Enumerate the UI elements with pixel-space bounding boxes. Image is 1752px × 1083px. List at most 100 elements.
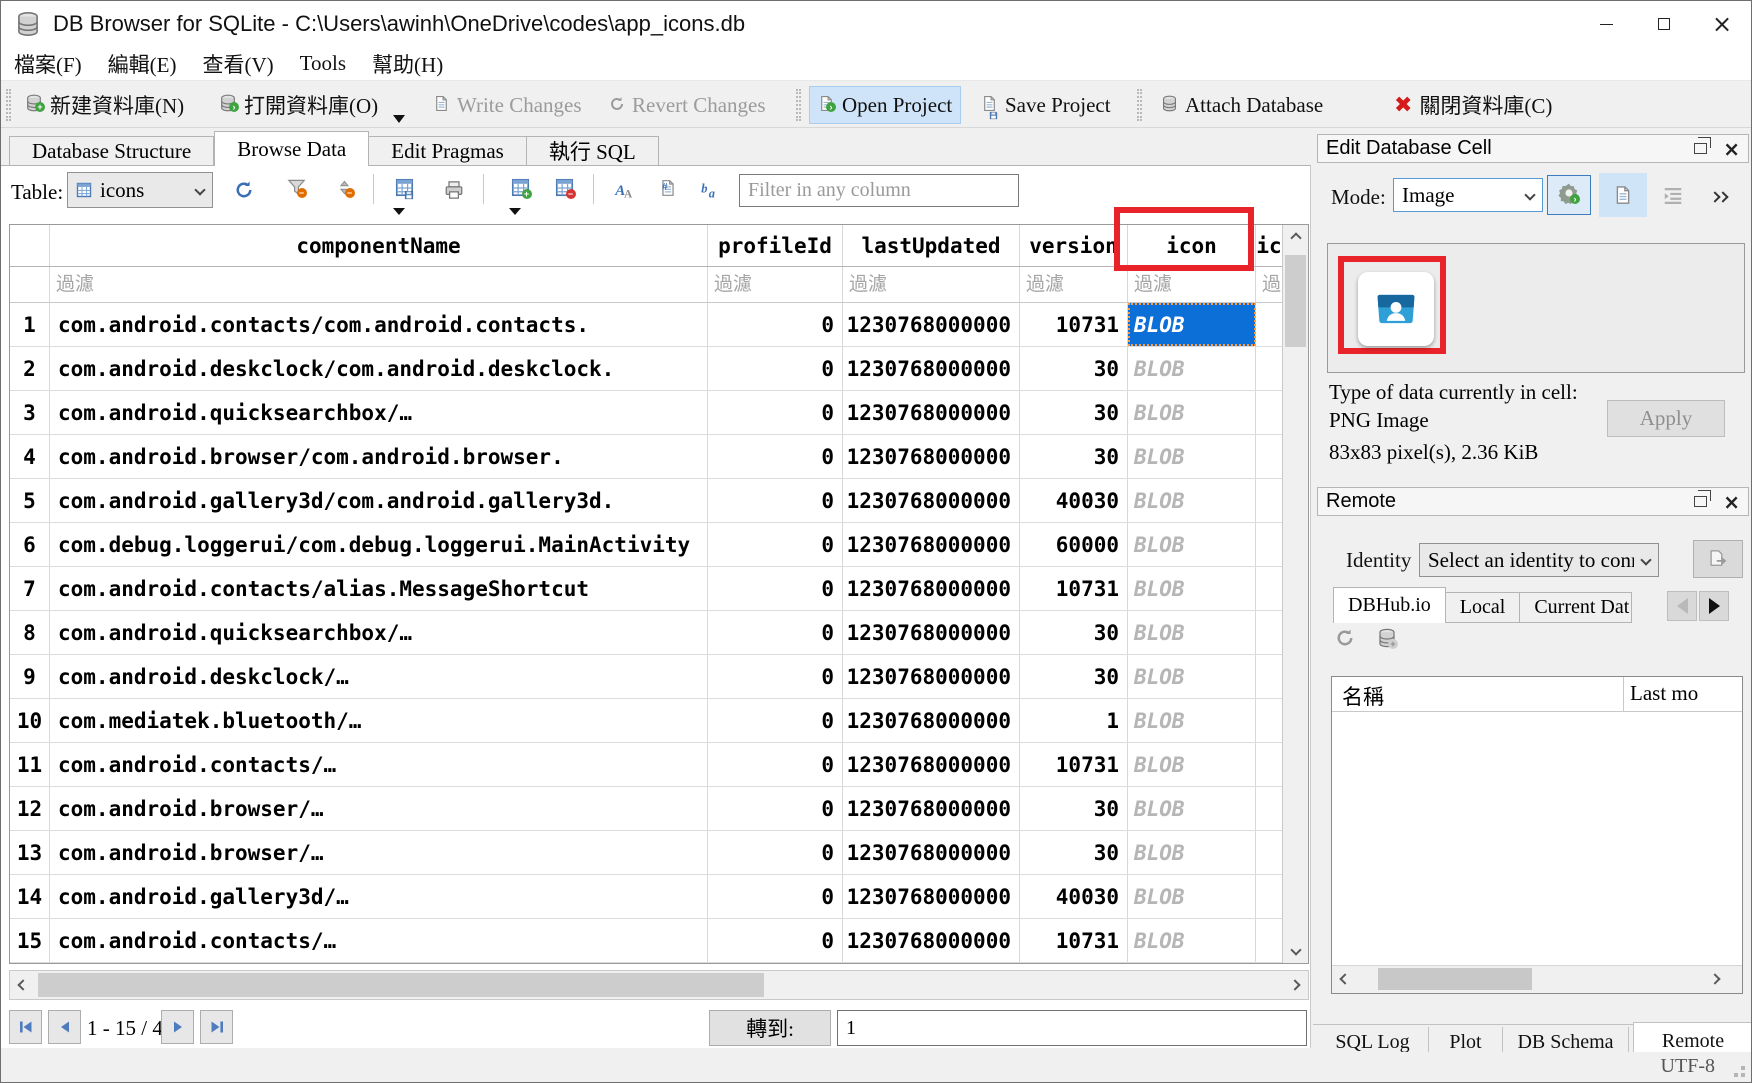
- cell-profileId[interactable]: 0: [708, 655, 843, 698]
- cell-icon-blob[interactable]: BLOB: [1128, 655, 1256, 698]
- last-page-button[interactable]: [200, 1010, 233, 1044]
- cell-componentName[interactable]: com.android.browser/com.android.browser.: [50, 435, 708, 478]
- cell-icon-blob[interactable]: BLOB: [1128, 919, 1256, 962]
- cell-profileId[interactable]: 0: [708, 523, 843, 566]
- cell-icon-blob[interactable]: BLOB: [1128, 787, 1256, 830]
- cell-clipped[interactable]: [1256, 391, 1282, 434]
- save-table-button[interactable]: [389, 174, 419, 206]
- cell-componentName[interactable]: com.android.contacts/com.android.contact…: [50, 303, 708, 346]
- new-database-button[interactable]: + 新建資料庫(N): [17, 86, 192, 124]
- cell-lastUpdated[interactable]: 1230768000000: [843, 699, 1020, 742]
- revert-changes-button[interactable]: Revert Changes: [601, 86, 774, 124]
- cell-profileId[interactable]: 0: [708, 347, 843, 390]
- cell-profileId[interactable]: 0: [708, 919, 843, 962]
- cell-componentName[interactable]: com.android.deskclock/com.android.deskcl…: [50, 347, 708, 390]
- toolbar-grip[interactable]: [1137, 89, 1142, 121]
- close-dock-icon[interactable]: ×: [1723, 490, 1740, 514]
- cell-icon-blob[interactable]: BLOB: [1128, 611, 1256, 654]
- filter-componentName-input[interactable]: [50, 267, 707, 302]
- row-number-cell[interactable]: 5: [10, 479, 50, 522]
- cell-profileId[interactable]: 0: [708, 479, 843, 522]
- filter-cell[interactable]: [708, 267, 843, 302]
- cell-profileId[interactable]: 0: [708, 699, 843, 742]
- cell-componentName[interactable]: com.android.deskclock/…: [50, 655, 708, 698]
- scroll-down-button[interactable]: [1283, 937, 1308, 963]
- cell-componentName[interactable]: com.android.contacts/…: [50, 919, 708, 962]
- print-button[interactable]: [439, 174, 469, 206]
- cell-version[interactable]: 40030: [1020, 479, 1128, 522]
- cell-clipped[interactable]: [1256, 919, 1282, 962]
- minimize-button[interactable]: [1577, 1, 1635, 47]
- text-view-button[interactable]: [1599, 173, 1647, 217]
- cell-lastUpdated[interactable]: 1230768000000: [843, 391, 1020, 434]
- toolbar-grip[interactable]: [796, 89, 801, 121]
- mode-selector[interactable]: Image: [1393, 178, 1543, 212]
- filter-cell[interactable]: [1256, 267, 1282, 302]
- column-header-profileId[interactable]: profileId: [708, 225, 843, 266]
- open-database-button[interactable]: › 打開資料庫(O): [211, 86, 386, 124]
- cell-clipped[interactable]: [1256, 875, 1282, 918]
- menu-help[interactable]: 幫助(H): [359, 49, 456, 79]
- next-page-button[interactable]: [161, 1010, 194, 1044]
- previous-page-button[interactable]: [48, 1010, 81, 1044]
- float-dock-icon[interactable]: [1694, 496, 1707, 507]
- remote-list-scrollbar[interactable]: [1332, 965, 1742, 993]
- menu-file[interactable]: 檔案(F): [1, 49, 95, 79]
- cell-version[interactable]: 1: [1020, 699, 1128, 742]
- filter-clipped-input[interactable]: [1256, 267, 1282, 302]
- tab-database-structure[interactable]: Database Structure: [9, 136, 214, 166]
- row-number-cell[interactable]: 8: [10, 611, 50, 654]
- tab-scroll-left-button[interactable]: [1667, 591, 1697, 621]
- cell-lastUpdated[interactable]: 1230768000000: [843, 479, 1020, 522]
- scroll-up-button[interactable]: [1283, 225, 1308, 251]
- menu-edit[interactable]: 編輯(E): [95, 49, 190, 79]
- row-number-cell[interactable]: 2: [10, 347, 50, 390]
- column-header-lastUpdated[interactable]: lastUpdated: [843, 225, 1020, 266]
- cell-clipped[interactable]: [1256, 347, 1282, 390]
- cell-clipped[interactable]: [1256, 303, 1282, 346]
- cell-icon-blob[interactable]: BLOB: [1128, 567, 1256, 610]
- horizontal-scroll-thumb[interactable]: [38, 973, 764, 997]
- row-number-cell[interactable]: 9: [10, 655, 50, 698]
- filter-profileId-input[interactable]: [708, 267, 842, 302]
- write-changes-button[interactable]: Write Changes: [425, 86, 590, 124]
- row-number-cell[interactable]: 6: [10, 523, 50, 566]
- corner-header[interactable]: [10, 225, 50, 266]
- delete-record-button[interactable]: −: [549, 174, 579, 206]
- scroll-left-button[interactable]: [10, 971, 36, 999]
- identity-selector[interactable]: Select an identity to conne: [1419, 543, 1659, 577]
- attach-database-button[interactable]: Attach Database: [1153, 86, 1331, 124]
- cell-icon-blob[interactable]: BLOB: [1128, 303, 1256, 346]
- cell-version[interactable]: 30: [1020, 655, 1128, 698]
- cell-icon-blob[interactable]: BLOB: [1128, 875, 1256, 918]
- cell-version[interactable]: 10731: [1020, 567, 1128, 610]
- tab-dbhub[interactable]: DBHub.io: [1333, 587, 1446, 623]
- column-header-clipped[interactable]: ic: [1256, 225, 1282, 266]
- cell-profileId[interactable]: 0: [708, 831, 843, 874]
- cell-clipped[interactable]: [1256, 567, 1282, 610]
- maximize-button[interactable]: [1635, 1, 1693, 47]
- goto-record-input[interactable]: [837, 1010, 1307, 1046]
- tab-edit-pragmas[interactable]: Edit Pragmas: [369, 136, 527, 166]
- row-number-cell[interactable]: 13: [10, 831, 50, 874]
- cell-componentName[interactable]: com.android.quicksearchbox/…: [50, 611, 708, 654]
- cell-icon-blob[interactable]: BLOB: [1128, 699, 1256, 742]
- insert-record-button[interactable]: +: [505, 174, 535, 206]
- cell-profileId[interactable]: 0: [708, 743, 843, 786]
- cell-componentName[interactable]: com.mediatek.bluetooth/…: [50, 699, 708, 742]
- table-selector[interactable]: icons: [67, 172, 213, 208]
- toolbar-grip[interactable]: [6, 89, 11, 121]
- open-database-dropdown-arrow[interactable]: [393, 115, 405, 123]
- filter-any-column-input[interactable]: [739, 174, 1019, 207]
- remote-clone-database-button[interactable]: +: [1377, 628, 1397, 653]
- cell-profileId[interactable]: 0: [708, 787, 843, 830]
- clear-filters-button[interactable]: −: [281, 174, 311, 206]
- save-project-button[interactable]: Save Project: [973, 86, 1119, 124]
- scroll-right-button[interactable]: [1702, 966, 1728, 992]
- cell-lastUpdated[interactable]: 1230768000000: [843, 831, 1020, 874]
- cell-version[interactable]: 60000: [1020, 523, 1128, 566]
- filter-cell[interactable]: [50, 267, 708, 302]
- cell-version[interactable]: 10731: [1020, 919, 1128, 962]
- filter-cell[interactable]: [843, 267, 1020, 302]
- word-wrap-button[interactable]: [1655, 180, 1691, 212]
